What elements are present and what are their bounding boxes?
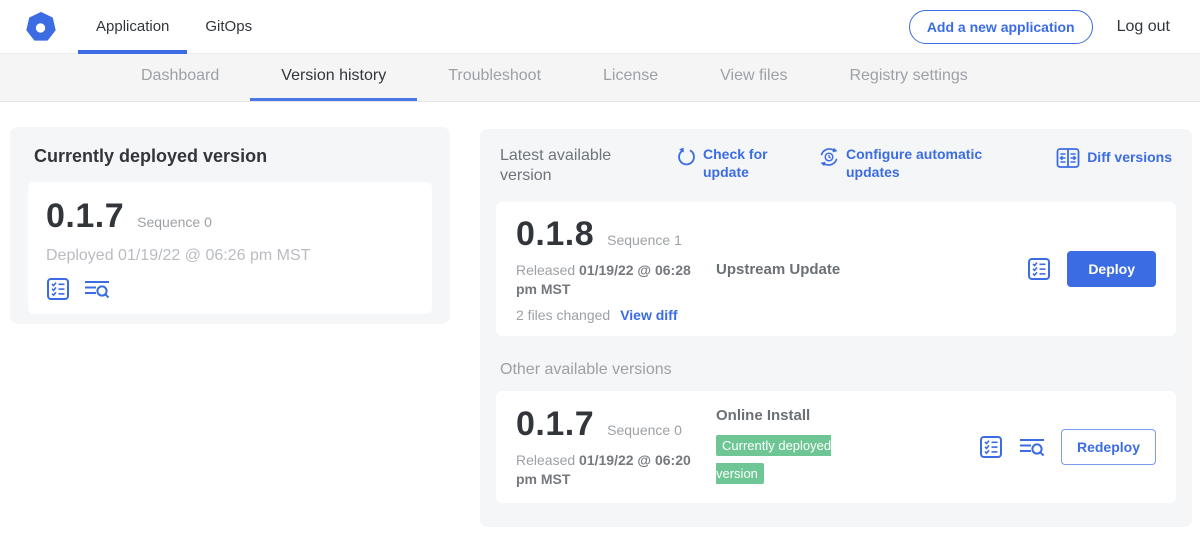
files-changed-label: 2 files changed (516, 307, 610, 323)
latest-source-label: Upstream Update (716, 261, 1027, 278)
view-logs-icon[interactable] (84, 278, 110, 300)
latest-released-timestamp: Released 01/19/22 @ 06:28 pm MST (516, 261, 698, 299)
diff-versions-link[interactable]: Diff versions (1056, 146, 1172, 169)
other-source-label: Online Install (716, 407, 979, 424)
other-available-versions-title: Other available versions (500, 361, 1176, 379)
deployed-version-number: 0.1.7 (46, 197, 124, 236)
latest-available-title: Latest available version (496, 146, 624, 186)
currently-deployed-panel: Currently deployed version 0.1.7 Sequenc… (10, 127, 450, 324)
preflight-checks-icon[interactable] (979, 435, 1003, 459)
tab-gitops-label: GitOps (205, 18, 252, 35)
configure-automatic-updates-label: Configure automatic updates (846, 146, 994, 181)
released-label: Released (516, 262, 575, 278)
app-subnav: Dashboard Version history Troubleshoot L… (0, 54, 1200, 102)
deployed-sequence-label: Sequence 0 (137, 214, 212, 230)
subtab-version-history[interactable]: Version history (250, 54, 417, 101)
refresh-icon (676, 146, 696, 167)
diff-versions-label: Diff versions (1087, 149, 1172, 167)
auto-update-icon (819, 146, 839, 167)
logout-button[interactable]: Log out (1117, 18, 1170, 36)
tab-application-label: Application (96, 18, 169, 35)
subtab-dashboard[interactable]: Dashboard (110, 54, 250, 101)
top-header: Application GitOps Add a new application… (0, 0, 1200, 54)
redeploy-button[interactable]: Redeploy (1061, 429, 1156, 465)
deployed-version-card: 0.1.7 Sequence 0 Deployed 01/19/22 @ 06:… (28, 182, 432, 314)
check-for-update-link[interactable]: Check for update (676, 146, 775, 181)
diff-icon (1056, 146, 1080, 169)
other-version-number: 0.1.7 (516, 405, 594, 444)
currently-deployed-badge: Currently deployed version (716, 435, 831, 484)
heptagon-logo-icon (26, 12, 56, 42)
subtab-troubleshoot[interactable]: Troubleshoot (417, 54, 572, 101)
tab-application[interactable]: Application (78, 0, 187, 53)
view-logs-icon[interactable] (1019, 436, 1045, 458)
preflight-checks-icon[interactable] (1027, 257, 1051, 281)
app-logo[interactable] (0, 0, 78, 53)
other-released-timestamp: Released 01/19/22 @ 06:20 pm MST (516, 451, 698, 489)
preflight-checks-icon[interactable] (46, 277, 70, 301)
version-card-latest: 0.1.8 Sequence 1 Released 01/19/22 @ 06:… (496, 202, 1176, 336)
latest-sequence-label: Sequence 1 (607, 232, 682, 248)
available-versions-panel: Latest available version Check for updat… (480, 129, 1192, 527)
subtab-registry-settings[interactable]: Registry settings (818, 54, 998, 101)
released-label: Released (516, 452, 575, 468)
other-sequence-label: Sequence 0 (607, 422, 682, 438)
view-diff-link[interactable]: View diff (620, 307, 677, 323)
currently-deployed-title: Currently deployed version (28, 146, 432, 167)
check-for-update-label: Check for update (703, 146, 775, 181)
latest-version-number: 0.1.8 (516, 215, 594, 254)
deployed-timestamp: Deployed 01/19/22 @ 06:26 pm MST (46, 247, 414, 265)
configure-automatic-updates-link[interactable]: Configure automatic updates (819, 146, 994, 181)
subtab-view-files[interactable]: View files (689, 54, 818, 101)
subtab-license[interactable]: License (572, 54, 689, 101)
header-spacer (270, 0, 909, 53)
deploy-button[interactable]: Deploy (1067, 251, 1156, 287)
tab-gitops[interactable]: GitOps (187, 0, 270, 53)
version-card-other: 0.1.7 Sequence 0 Released 01/19/22 @ 06:… (496, 391, 1176, 503)
main-content: Currently deployed version 0.1.7 Sequenc… (0, 102, 1200, 535)
add-application-button[interactable]: Add a new application (909, 10, 1093, 44)
